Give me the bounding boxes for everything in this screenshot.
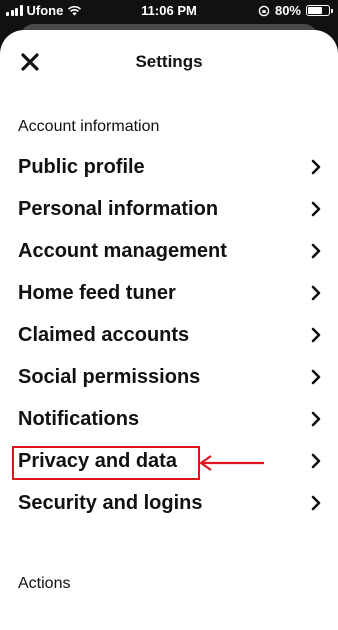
battery-group: 80% <box>258 3 333 18</box>
orientation-lock-icon <box>258 5 270 16</box>
menu-item-label: Privacy and data <box>18 450 177 472</box>
section-label-account-information: Account information <box>18 118 160 135</box>
menu-item-label: Account management <box>18 240 227 262</box>
chevron-right-icon <box>311 201 321 217</box>
menu-item-label: Home feed tuner <box>18 282 176 304</box>
battery-percent: 80% <box>274 3 301 18</box>
chevron-right-icon <box>311 285 321 301</box>
menu-item-public-profile[interactable]: Public profile <box>0 148 338 186</box>
chevron-right-icon <box>311 159 321 175</box>
annotation-arrow-icon <box>199 455 264 471</box>
menu-item-personal-information[interactable]: Personal information <box>0 190 338 228</box>
battery-icon <box>306 5 333 16</box>
chevron-right-icon <box>311 495 321 511</box>
chevron-right-icon <box>311 369 321 385</box>
menu-item-notifications[interactable]: Notifications <box>0 400 338 438</box>
settings-sheet: Settings Account information Public prof… <box>0 30 338 630</box>
battery-fill <box>308 7 323 14</box>
menu-item-home-feed-tuner[interactable]: Home feed tuner <box>0 274 338 312</box>
menu-item-label: Social permissions <box>18 366 201 388</box>
menu-item-label: Security and logins <box>18 492 203 514</box>
chevron-right-icon <box>311 411 321 427</box>
menu-item-privacy-and-data[interactable]: Privacy and data <box>0 442 338 480</box>
page-title: Settings <box>135 52 203 71</box>
chevron-right-icon <box>311 453 321 469</box>
menu-item-label: Notifications <box>18 408 140 430</box>
menu-item-label: Claimed accounts <box>18 324 190 346</box>
menu-item-label: Personal information <box>18 198 219 220</box>
status-bar: Ufone 11:06 PM 80% <box>0 0 338 22</box>
menu-item-account-management[interactable]: Account management <box>0 232 338 270</box>
menu-item-label: Public profile <box>18 156 145 178</box>
section-label-actions: Actions <box>18 575 71 592</box>
chevron-right-icon <box>311 327 321 343</box>
chevron-right-icon <box>311 243 321 259</box>
menu-item-social-permissions[interactable]: Social permissions <box>0 358 338 396</box>
menu-item-claimed-accounts[interactable]: Claimed accounts <box>0 316 338 354</box>
menu-item-security-and-logins[interactable]: Security and logins <box>0 484 338 522</box>
